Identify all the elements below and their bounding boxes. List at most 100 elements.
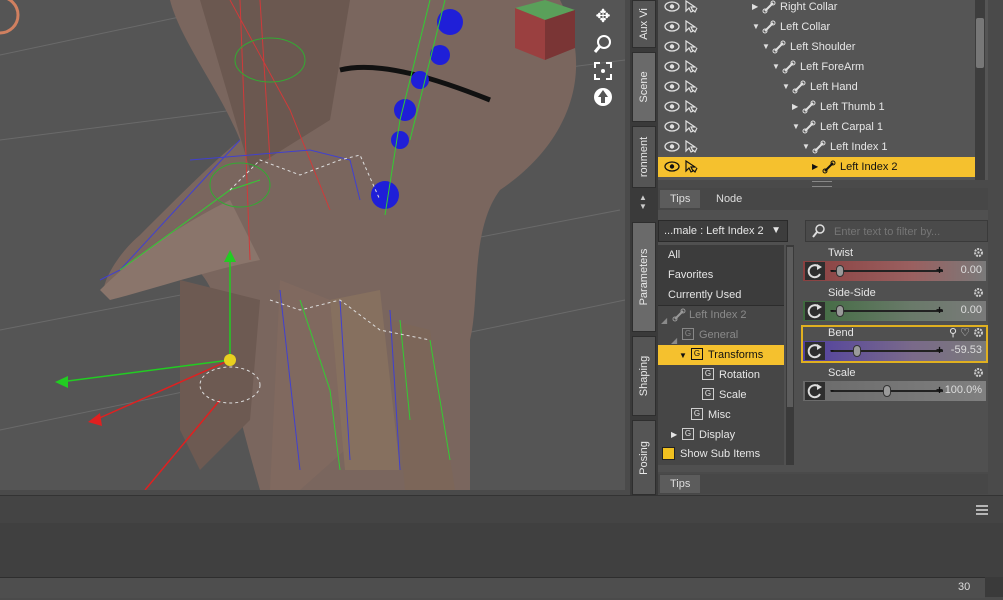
param-bend[interactable]: Bend ⚲ ♡ - + -59.53	[801, 325, 988, 363]
param-value[interactable]: 100.0%	[945, 384, 982, 396]
decrement-button[interactable]: -	[830, 343, 834, 357]
selectable-cursor-icon[interactable]	[684, 100, 698, 114]
param-twist[interactable]: Twist - +0.00	[801, 245, 988, 283]
collapse-arrow-icon[interactable]: ▶	[792, 97, 798, 117]
selectable-cursor-icon[interactable]	[684, 80, 698, 94]
param-slider[interactable]: - +0.00	[803, 261, 986, 281]
checkbox[interactable]	[662, 447, 675, 460]
scene-tree-row[interactable]: ▼ Left ForeArm	[658, 57, 976, 77]
reset-icon[interactable]	[805, 382, 825, 400]
reset-icon[interactable]	[805, 342, 825, 360]
selectable-cursor-icon[interactable]	[684, 40, 698, 54]
groups-scrollbar-thumb[interactable]	[787, 247, 793, 407]
increment-button[interactable]: +	[936, 382, 943, 398]
tab-tips-bottom[interactable]: Tips	[660, 475, 701, 493]
increment-button[interactable]: +	[936, 342, 943, 358]
decrement-button[interactable]: -	[830, 303, 834, 317]
param-slider[interactable]: - +0.00	[803, 301, 986, 321]
gear-icon[interactable]	[973, 247, 984, 258]
decrement-button[interactable]: -	[830, 383, 834, 397]
slider-track[interactable]	[831, 270, 943, 272]
tab-scene[interactable]: Scene	[632, 52, 656, 122]
group-currently-used[interactable]: Currently Used	[658, 285, 784, 306]
expand-arrow-icon[interactable]: ▶	[671, 425, 677, 445]
tab-shaping[interactable]: Shaping	[632, 336, 656, 416]
visibility-eye-icon[interactable]	[664, 121, 680, 132]
group-scale[interactable]: G Scale	[658, 385, 784, 405]
splitter-handle[interactable]	[812, 181, 832, 187]
slider-track[interactable]	[831, 310, 943, 312]
node-selector-dropdown[interactable]: ...male : Left Index 2 ▼	[658, 220, 788, 242]
visibility-eye-icon[interactable]	[664, 101, 680, 112]
reset-icon[interactable]	[805, 302, 825, 320]
param-slider[interactable]: - + -59.53	[803, 341, 986, 361]
group-favorites[interactable]: Favorites	[658, 265, 784, 286]
expand-arrow-icon[interactable]: ▼	[752, 17, 760, 37]
gear-icon[interactable]	[973, 327, 984, 338]
selectable-cursor-icon[interactable]	[684, 20, 698, 34]
slider-knob[interactable]	[836, 265, 844, 277]
viewport-scene[interactable]	[0, 0, 625, 490]
gear-icon[interactable]	[973, 367, 984, 378]
panel-menu-icon[interactable]	[975, 504, 989, 516]
param-scale[interactable]: Scale - +100.0%	[801, 365, 988, 403]
group-transforms[interactable]: ▼ G Transforms	[658, 345, 784, 365]
orbit-view-icon[interactable]	[592, 86, 614, 108]
selectable-cursor-icon[interactable]	[684, 60, 698, 74]
tab-node[interactable]: Node	[706, 190, 752, 208]
frame-view-icon[interactable]	[592, 60, 614, 82]
scene-tree-row[interactable]: ▶ Left Index 2	[658, 157, 976, 177]
visibility-eye-icon[interactable]	[664, 141, 680, 152]
scene-scrollbar-thumb[interactable]	[976, 18, 984, 68]
param-value[interactable]: -59.53	[951, 344, 982, 356]
group-node[interactable]: ◢ Left Index 2	[658, 305, 784, 325]
visibility-eye-icon[interactable]	[664, 81, 680, 92]
group-display[interactable]: ▶ G Display	[658, 425, 784, 445]
selectable-cursor-icon[interactable]	[684, 0, 698, 14]
tab-parameters[interactable]: Parameters	[632, 222, 656, 332]
scene-tree-row[interactable]: ▼ Left Carpal 1	[658, 117, 976, 137]
expand-arrow-icon[interactable]: ▼	[792, 117, 800, 137]
increment-button[interactable]: +	[936, 302, 943, 318]
tab-posing[interactable]: Posing	[632, 420, 656, 495]
group-general[interactable]: ◢ G General	[658, 325, 784, 345]
tab-aux-viewport[interactable]: Aux Vi	[632, 0, 656, 48]
view-cube[interactable]	[515, 0, 575, 60]
scene-tree-row[interactable]: ▼ Left Index 1	[658, 137, 976, 157]
param-value[interactable]: 0.00	[961, 304, 982, 316]
link-icon[interactable]: ⚲ ♡	[949, 326, 970, 339]
tab-environment[interactable]: ronment	[632, 126, 656, 188]
collapse-arrow-icon[interactable]: ▶	[812, 157, 818, 177]
show-sub-items-toggle[interactable]: Show Sub Items	[658, 445, 788, 463]
scene-tree-row[interactable]: ▼ Left Collar	[658, 17, 976, 37]
scene-tree-row[interactable]: ▼ Left Hand	[658, 77, 976, 97]
filter-input[interactable]	[832, 223, 986, 241]
expand-arrow-icon[interactable]: ▼	[679, 346, 687, 366]
expand-arrow-icon[interactable]: ▼	[762, 37, 770, 57]
timeline-end-button[interactable]	[985, 577, 1003, 597]
scene-tree-row[interactable]: ▼ Left Shoulder	[658, 37, 976, 57]
param-side-side[interactable]: Side-Side - +0.00	[801, 285, 988, 323]
increment-button[interactable]: +	[936, 262, 943, 278]
slider-knob[interactable]	[853, 345, 861, 357]
slider-knob[interactable]	[836, 305, 844, 317]
selectable-cursor-icon[interactable]	[684, 120, 698, 134]
expand-arrow-icon[interactable]: ▼	[802, 137, 810, 157]
scene-tree-row[interactable]: ▶ Right Collar	[658, 0, 976, 17]
slider-track[interactable]	[831, 350, 943, 352]
visibility-eye-icon[interactable]	[664, 61, 680, 72]
visibility-eye-icon[interactable]	[664, 1, 680, 12]
filter-field[interactable]	[805, 220, 988, 242]
expand-arrow-icon[interactable]: ▼	[772, 57, 780, 77]
gear-icon[interactable]	[973, 287, 984, 298]
param-value[interactable]: 0.00	[961, 264, 982, 276]
3d-viewport[interactable]: ✥	[0, 0, 625, 490]
group-misc[interactable]: G Misc	[658, 405, 784, 425]
param-slider[interactable]: - +100.0%	[803, 381, 986, 401]
panel-scroll-arrows[interactable]: ▲ ▼	[639, 193, 647, 211]
tab-tips[interactable]: Tips	[660, 190, 701, 208]
slider-knob[interactable]	[883, 385, 891, 397]
selectable-cursor-icon[interactable]	[684, 140, 698, 154]
decrement-button[interactable]: -	[830, 263, 834, 277]
scene-tree-row[interactable]: ▶ Left Thumb 1	[658, 97, 976, 117]
